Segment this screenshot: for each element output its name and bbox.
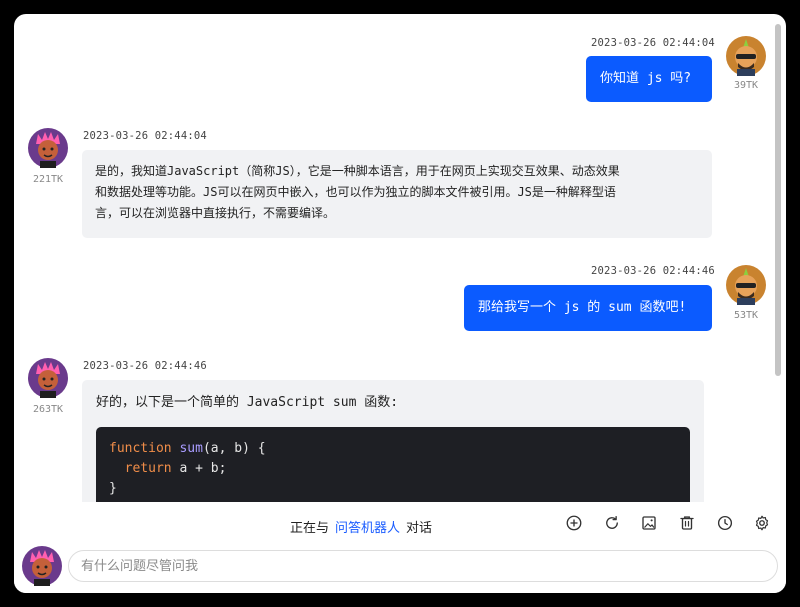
user-avatar	[726, 265, 766, 305]
code-line: return a + b;	[109, 459, 227, 479]
message-input[interactable]	[68, 550, 778, 582]
message-line: 和数据处理等功能。JS可以在网页中嵌入，也可以作为独立的脚本文件被引用。JS是一…	[95, 185, 616, 199]
new-chat-button[interactable]	[563, 512, 585, 534]
message-bubble: 好的，以下是一个简单的 JavaScript sum 函数: function …	[82, 380, 704, 502]
token-count: 263TK	[32, 404, 64, 415]
refresh-icon	[606, 515, 618, 529]
bot-name-link[interactable]: 问答机器人	[335, 521, 400, 536]
code-function-name: sum	[179, 441, 203, 456]
message-line: 言，可以在浏览器中直接执行，不需要编译。	[95, 206, 336, 220]
message-timestamp: 2023-03-26 02:44:04	[83, 130, 207, 142]
assistant-avatar	[28, 358, 68, 398]
image-button[interactable]	[638, 512, 660, 534]
composer-area: 正在与 问答机器人 对话	[14, 502, 786, 593]
refresh-button[interactable]	[601, 512, 623, 534]
chat-window: 2023-03-26 02:44:04 你知道 js 吗? 39TK 221TK…	[14, 14, 786, 593]
user-avatar	[726, 36, 766, 76]
assistant-avatar	[28, 128, 68, 168]
code-block[interactable]: function sum(a, b) { return a + b; }	[96, 427, 690, 502]
message-timestamp: 2023-03-26 02:44:46	[591, 265, 715, 277]
token-count: 221TK	[32, 174, 64, 185]
message-text: 好的，以下是一个简单的 JavaScript sum 函数:	[96, 395, 399, 410]
code-keyword: return	[124, 461, 172, 476]
token-count: 39TK	[733, 80, 759, 91]
code-line: }	[109, 481, 117, 496]
conversation-status: 正在与 问答机器人 对话	[290, 517, 432, 536]
code-params: (a, b) {	[202, 441, 266, 456]
message-timestamp: 2023-03-26 02:44:46	[83, 360, 207, 372]
history-button[interactable]	[714, 512, 736, 534]
delete-button[interactable]	[676, 512, 698, 534]
add-icon	[566, 515, 582, 531]
scrollbar-thumb[interactable]	[775, 24, 781, 376]
gear-icon	[755, 515, 769, 531]
settings-button[interactable]	[751, 512, 773, 534]
code-keyword: function	[109, 441, 172, 456]
message-bubble: 你知道 js 吗?	[586, 56, 712, 102]
image-icon	[642, 516, 656, 530]
history-icon	[717, 515, 733, 531]
message-timestamp: 2023-03-26 02:44:04	[591, 37, 715, 49]
token-count: 53TK	[733, 310, 759, 321]
message-bubble: 是的，我知道JavaScript（简称JS），它是一种脚本语言，用于在网页上实现…	[82, 150, 712, 238]
message-bubble: 那给我写一个 js 的 sum 函数吧!	[464, 285, 712, 331]
message-list[interactable]: 2023-03-26 02:44:04 你知道 js 吗? 39TK 221TK…	[14, 14, 786, 502]
code-line: function sum(a, b) {	[109, 439, 266, 459]
status-suffix: 对话	[406, 521, 433, 536]
trash-icon	[680, 516, 694, 530]
status-prefix: 正在与	[290, 521, 330, 536]
code-return-expr: a + b;	[171, 461, 227, 476]
message-line: 是的，我知道JavaScript（简称JS），它是一种脚本语言，用于在网页上实现…	[95, 164, 620, 178]
assistant-avatar	[22, 546, 62, 586]
